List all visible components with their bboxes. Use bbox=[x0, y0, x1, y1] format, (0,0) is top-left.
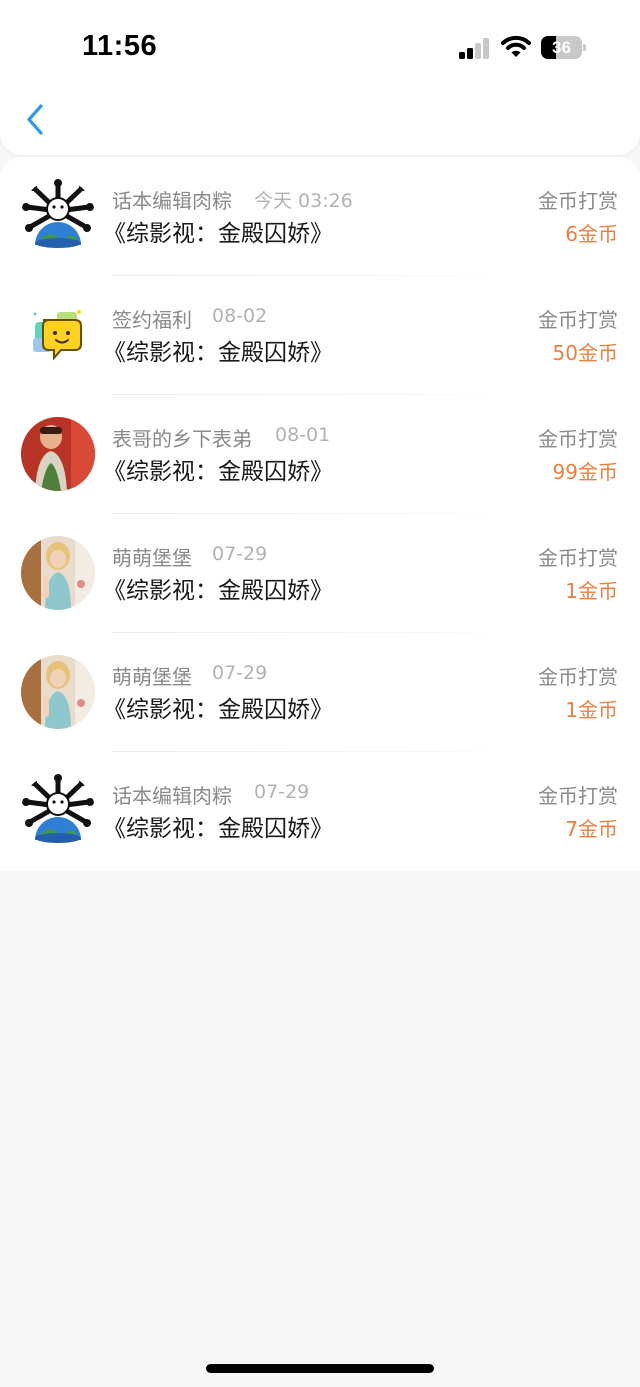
doll-photo-avatar bbox=[21, 655, 95, 729]
red-photo-avatar bbox=[21, 417, 95, 491]
reward-amount: 99金币 bbox=[552, 460, 618, 484]
sender-name: 签约福利 bbox=[112, 308, 192, 332]
reward-row[interactable]: 萌萌堡堡 07-29 《综影视：金殿囚娇》 金币打赏 1金币 bbox=[0, 514, 640, 633]
battery-body: 36 bbox=[541, 36, 582, 59]
signal-bar bbox=[467, 48, 473, 59]
sender-name: 话本编辑肉粽 bbox=[112, 784, 232, 808]
reward-type: 金币打赏 bbox=[538, 665, 618, 689]
wifi-icon bbox=[501, 35, 531, 57]
home-indicator[interactable] bbox=[206, 1364, 434, 1373]
sender-name: 话本编辑肉粽 bbox=[112, 189, 232, 213]
reward-list: 话本编辑肉粽 今天 03:26 《综影视：金殿囚娇》 金币打赏 6金币 签约福利… bbox=[0, 157, 640, 871]
reward-date: 08-01 bbox=[275, 424, 331, 446]
book-title: 《综影视：金殿囚娇》 bbox=[103, 816, 333, 842]
reward-date: 08-02 bbox=[212, 305, 268, 327]
reward-type: 金币打赏 bbox=[538, 784, 618, 808]
reward-type: 金币打赏 bbox=[538, 189, 618, 213]
signal-icon bbox=[459, 37, 491, 59]
reward-date: 07-29 bbox=[254, 781, 310, 803]
reward-type: 金币打赏 bbox=[538, 546, 618, 570]
book-title: 《综影视：金殿囚娇》 bbox=[103, 221, 333, 247]
reward-amount: 6金币 bbox=[565, 222, 618, 246]
reward-row[interactable]: 签约福利 08-02 《综影视：金殿囚娇》 金币打赏 50金币 bbox=[0, 276, 640, 395]
reward-date: 今天 03:26 bbox=[254, 190, 353, 212]
reward-amount: 7金币 bbox=[565, 817, 618, 841]
reward-row[interactable]: 话本编辑肉粽 今天 03:26 《综影视：金殿囚娇》 金币打赏 6金币 bbox=[0, 157, 640, 276]
sender-name: 萌萌堡堡 bbox=[112, 546, 192, 570]
book-title: 《综影视：金殿囚娇》 bbox=[103, 697, 333, 723]
sender-name: 萌萌堡堡 bbox=[112, 665, 192, 689]
reward-type: 金币打赏 bbox=[538, 308, 618, 332]
status-time: 11:56 bbox=[82, 30, 158, 62]
signal-bar bbox=[475, 43, 481, 59]
reward-amount: 50金币 bbox=[552, 341, 618, 365]
book-title: 《综影视：金殿囚娇》 bbox=[103, 578, 333, 604]
reward-row[interactable]: 萌萌堡堡 07-29 《综影视：金殿囚娇》 金币打赏 1金币 bbox=[0, 633, 640, 752]
earth-cartoon-avatar bbox=[21, 774, 95, 848]
reward-type: 金币打赏 bbox=[538, 427, 618, 451]
reward-date: 07-29 bbox=[212, 662, 268, 684]
battery-icon: 36 bbox=[541, 36, 587, 59]
book-title: 《综影视：金殿囚娇》 bbox=[103, 340, 333, 366]
reward-row[interactable]: 表哥的乡下表弟 08-01 《综影视：金殿囚娇》 金币打赏 99金币 bbox=[0, 395, 640, 514]
doll-photo-avatar bbox=[21, 536, 95, 610]
battery-level: 36 bbox=[552, 38, 571, 57]
battery-nub bbox=[583, 44, 586, 51]
reward-row[interactable]: 话本编辑肉粽 07-29 《综影视：金殿囚娇》 金币打赏 7金币 bbox=[0, 752, 640, 871]
back-button[interactable] bbox=[22, 100, 52, 140]
reward-amount: 1金币 bbox=[565, 698, 618, 722]
chevron-left-icon bbox=[27, 104, 43, 135]
signal-bar bbox=[459, 52, 465, 59]
yellow-chat-bubble-avatar bbox=[21, 298, 95, 372]
reward-amount: 1金币 bbox=[565, 579, 618, 603]
reward-date: 07-29 bbox=[212, 543, 268, 565]
sender-name: 表哥的乡下表弟 bbox=[112, 427, 252, 451]
book-title: 《综影视：金殿囚娇》 bbox=[103, 459, 333, 485]
earth-cartoon-avatar bbox=[21, 179, 95, 253]
signal-bar bbox=[483, 38, 489, 59]
top-bar: 11:56 36 bbox=[0, 0, 640, 155]
